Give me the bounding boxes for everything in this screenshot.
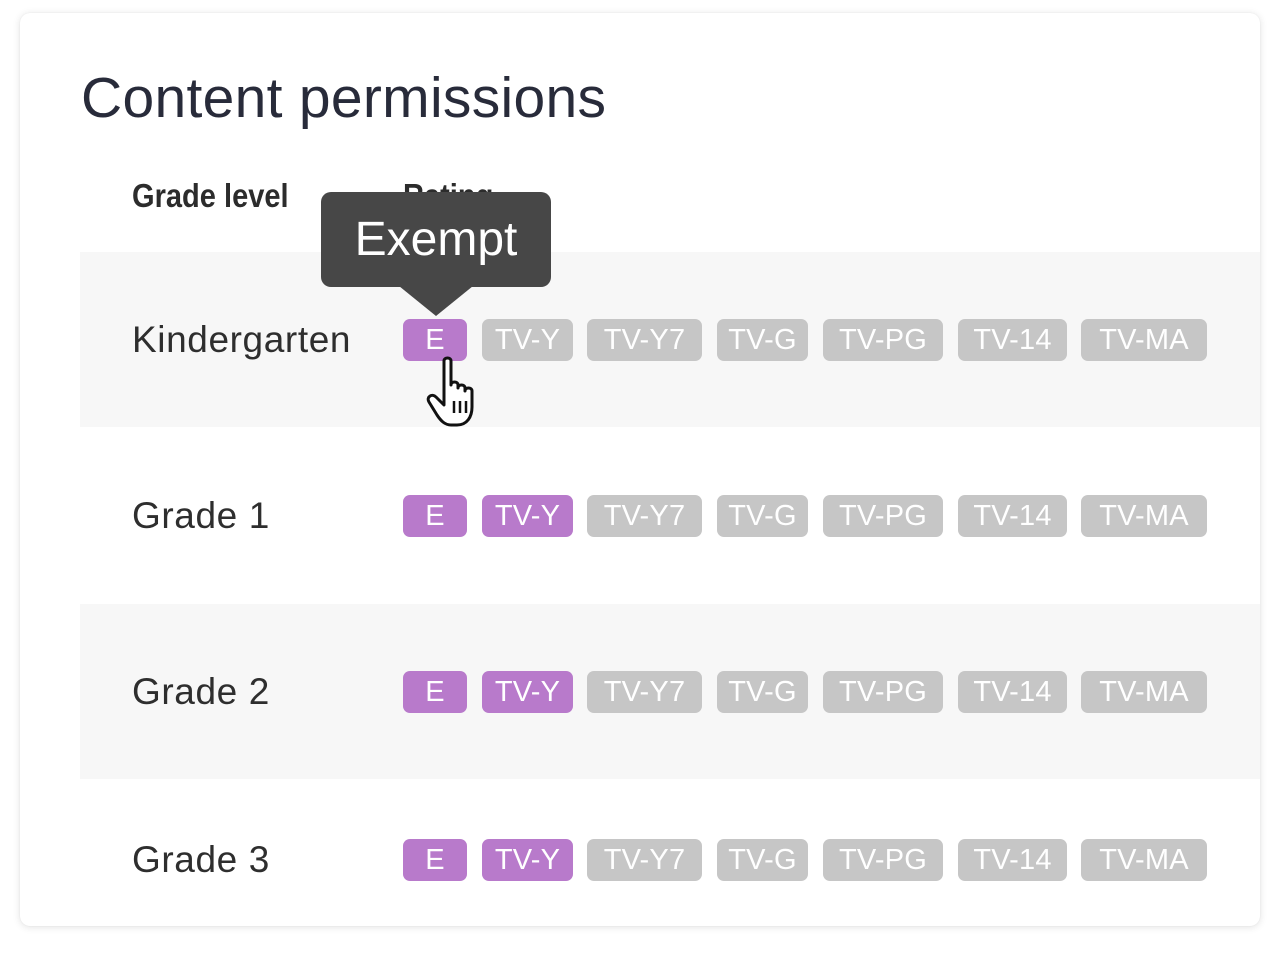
rating-chips: E TV-Y TV-Y7 TV-G TV-PG TV-14 TV-MA	[80, 779, 1260, 926]
rating-chip-tv-14[interactable]: TV-14	[958, 670, 1067, 713]
rating-chip-tv-pg[interactable]: TV-PG	[823, 494, 943, 537]
content-permissions-card: Content permissions Grade level Rating K…	[20, 13, 1260, 926]
rating-chip-tv-y7[interactable]: TV-Y7	[587, 494, 702, 537]
table-row: Grade 3 E TV-Y TV-Y7 TV-G TV-PG TV-14 TV-MA	[80, 779, 1260, 926]
rating-chip-tv-ma[interactable]: TV-MA	[1081, 318, 1207, 361]
hand-pointer-icon	[426, 356, 474, 427]
table-row: Grade 2 E TV-Y TV-Y7 TV-G TV-PG TV-14 TV-MA	[80, 604, 1260, 779]
table-row: Kindergarten E TV-Y TV-Y7 TV-G TV-PG TV-14 TV-…	[80, 252, 1260, 427]
rating-chips: E TV-Y TV-Y7 TV-G TV-PG TV-14 TV-MA	[80, 604, 1260, 779]
rating-chip-tv-y[interactable]: TV-Y	[482, 318, 573, 361]
rating-chip-tv-pg[interactable]: TV-PG	[823, 318, 943, 361]
rating-chip-tv-pg[interactable]: TV-PG	[823, 670, 943, 713]
rating-chips: E TV-Y TV-Y7 TV-G TV-PG TV-14 TV-MA	[80, 252, 1260, 427]
rating-chip-e[interactable]: E	[403, 839, 467, 881]
tooltip-arrow	[399, 286, 473, 316]
rating-chip-tv-14[interactable]: TV-14	[958, 318, 1067, 361]
rating-chip-tv-ma[interactable]: TV-MA	[1081, 670, 1207, 713]
rating-chip-tv-y[interactable]: TV-Y	[482, 494, 573, 537]
rating-chip-tv-g[interactable]: TV-G	[717, 318, 808, 361]
rating-chip-tv-ma[interactable]: TV-MA	[1081, 839, 1207, 881]
table-row: Grade 1 E TV-Y TV-Y7 TV-G TV-PG TV-14 TV-MA	[80, 427, 1260, 604]
rating-chip-tv-g[interactable]: TV-G	[717, 839, 808, 881]
rating-chip-e[interactable]: E	[403, 494, 467, 537]
rating-chip-tv-ma[interactable]: TV-MA	[1081, 494, 1207, 537]
column-header-grade-level: Grade level	[132, 177, 289, 214]
rating-tooltip: Exempt	[321, 192, 551, 287]
page-title: Content permissions	[81, 66, 607, 130]
rating-chip-tv-pg[interactable]: TV-PG	[823, 839, 943, 881]
rating-chip-tv-y7[interactable]: TV-Y7	[587, 318, 702, 361]
rating-chip-tv-14[interactable]: TV-14	[958, 839, 1067, 881]
rating-chip-tv-14[interactable]: TV-14	[958, 494, 1067, 537]
rating-chips: E TV-Y TV-Y7 TV-G TV-PG TV-14 TV-MA	[80, 427, 1260, 604]
rating-chip-tv-y7[interactable]: TV-Y7	[587, 670, 702, 713]
rating-chip-tv-y[interactable]: TV-Y	[482, 670, 573, 713]
rating-chip-tv-y[interactable]: TV-Y	[482, 839, 573, 881]
rating-chip-tv-g[interactable]: TV-G	[717, 670, 808, 713]
rating-chip-tv-y7[interactable]: TV-Y7	[587, 839, 702, 881]
rating-chip-tv-g[interactable]: TV-G	[717, 494, 808, 537]
rating-chip-e[interactable]: E	[403, 670, 467, 713]
